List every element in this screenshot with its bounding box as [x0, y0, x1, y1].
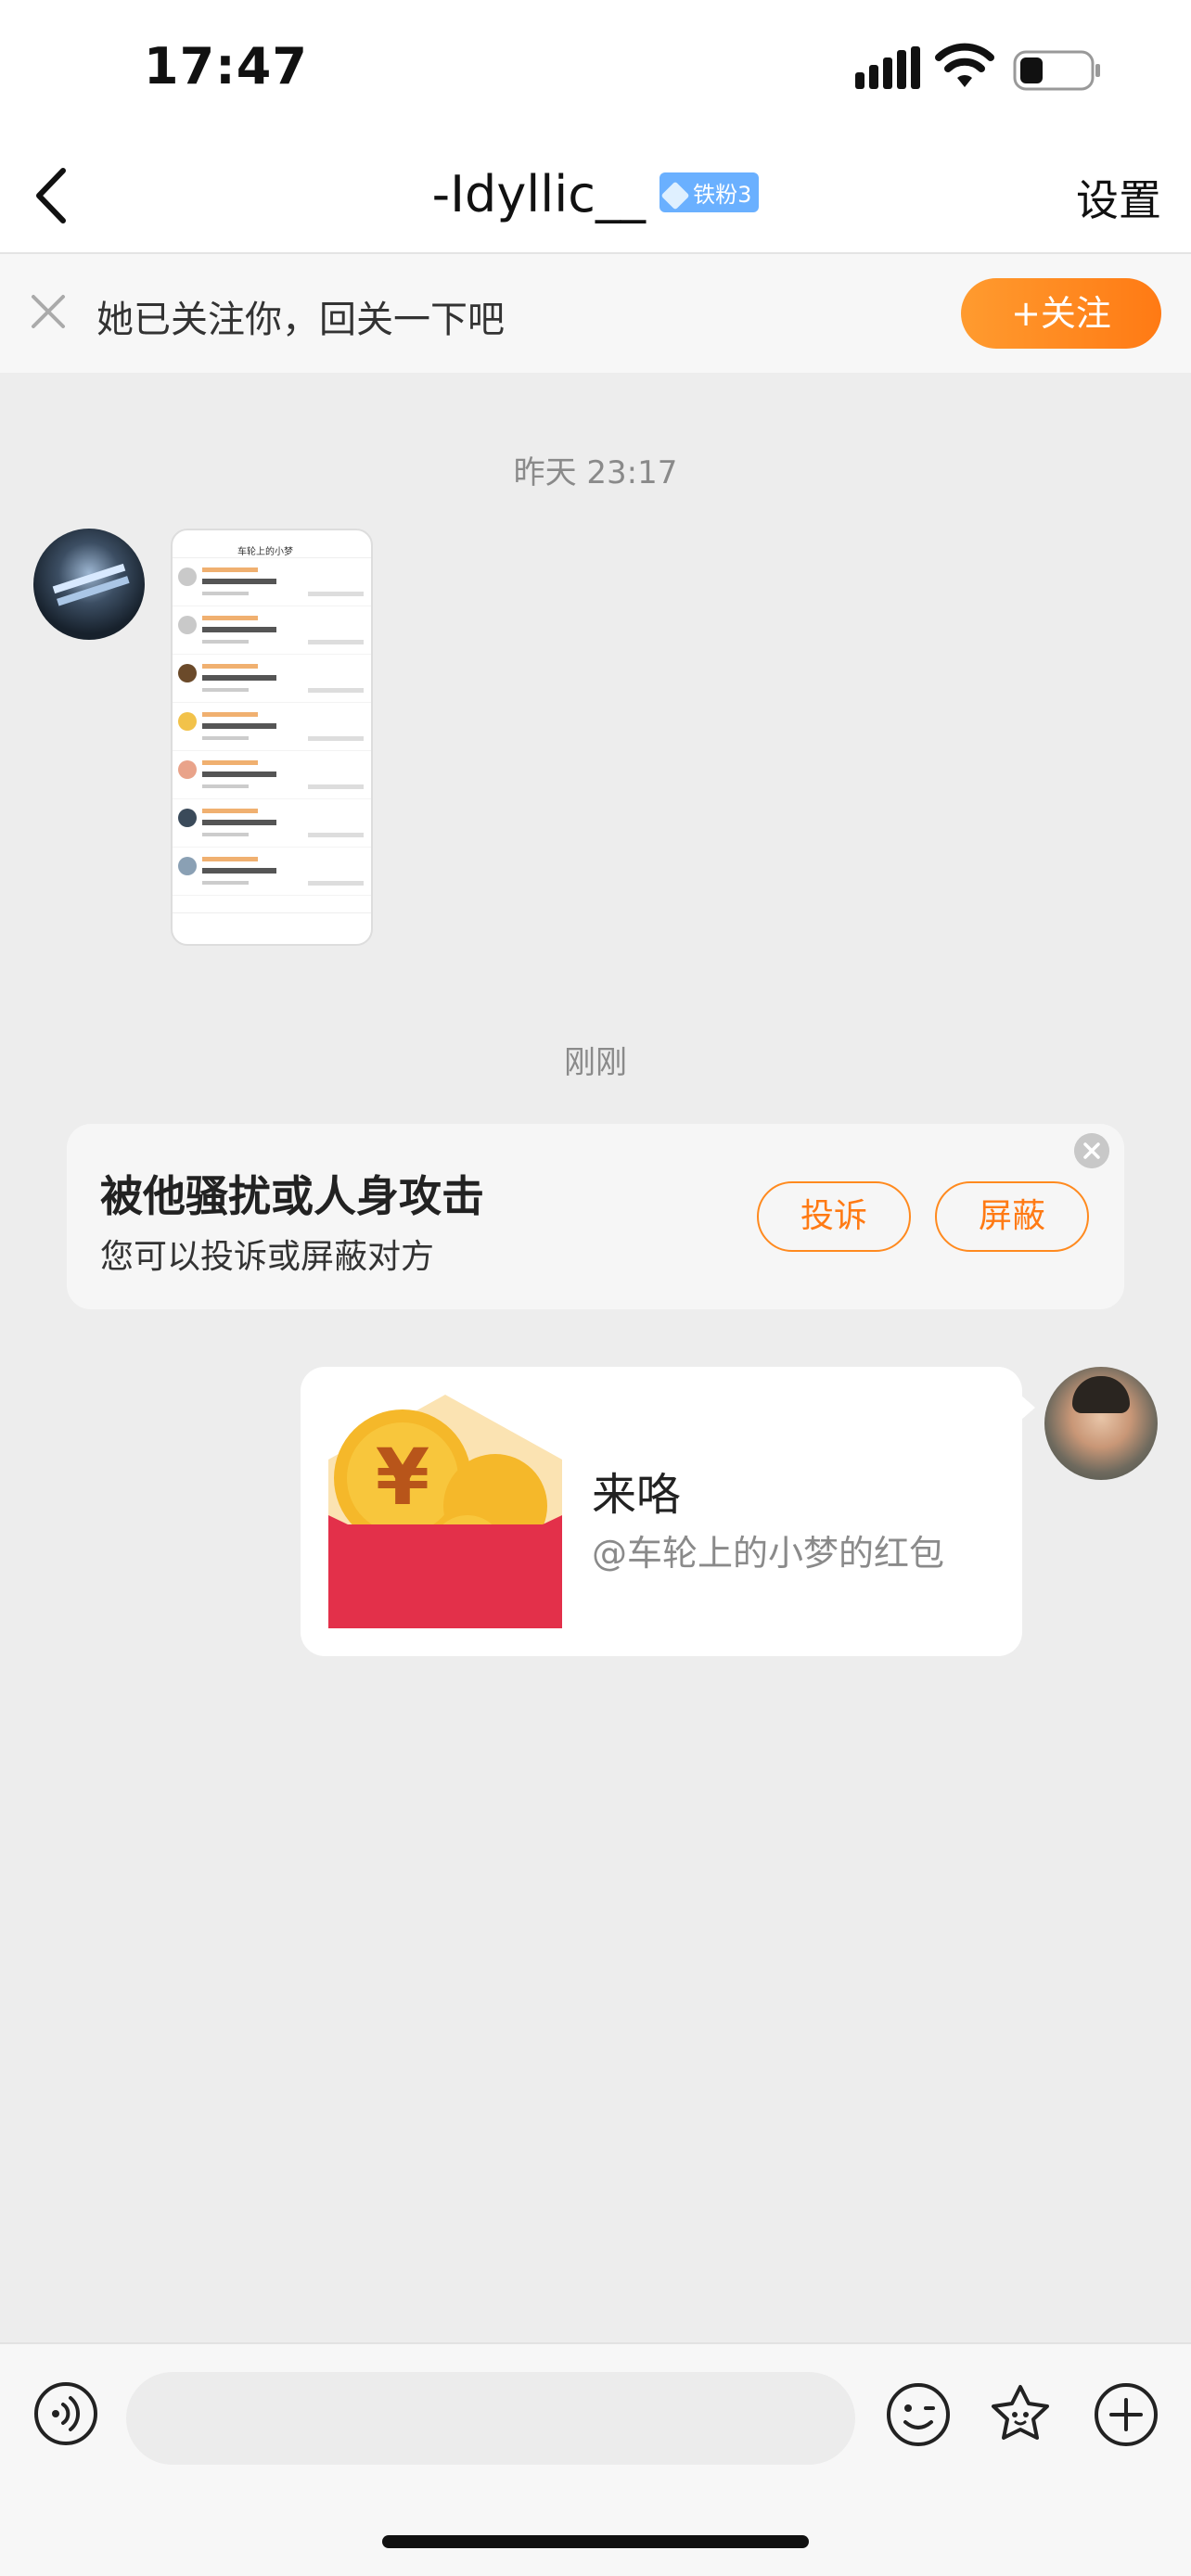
message-timestamp: 昨天 23:17	[513, 454, 678, 491]
voice-input-icon[interactable]	[33, 2381, 98, 2446]
cellular-signal-icon	[855, 46, 920, 89]
red-packet-icon: ¥	[328, 1395, 562, 1628]
close-icon[interactable]	[28, 291, 69, 332]
nav-title-wrap: -Idyllic__ 铁粉3	[0, 165, 1191, 223]
image-preview-row	[173, 558, 371, 606]
red-packet-title: 来咯	[592, 1469, 682, 1521]
image-preview-row	[173, 655, 371, 703]
image-preview-footer	[173, 912, 371, 944]
status-time: 17:47	[144, 37, 308, 96]
wifi-icon	[935, 43, 994, 87]
image-preview-row	[173, 703, 371, 751]
badge-label: 铁粉3	[693, 182, 752, 208]
image-preview-row	[173, 848, 371, 896]
chat-title[interactable]: -Idyllic__	[432, 165, 646, 223]
diamond-icon	[660, 181, 690, 210]
complain-button[interactable]: 投诉	[757, 1181, 911, 1252]
nav-bar: -Idyllic__ 铁粉3 设置	[0, 139, 1191, 254]
follow-button[interactable]: +关注	[961, 278, 1161, 349]
sender-avatar[interactable]	[33, 529, 145, 640]
close-card-icon[interactable]	[1074, 1133, 1109, 1168]
red-packet-subtitle: @车轮上的小梦的红包	[592, 1533, 945, 1574]
follow-prompt-text: 她已关注你，回关一下吧	[96, 299, 505, 341]
sticker-icon[interactable]	[987, 2381, 1054, 2448]
image-preview-row	[173, 799, 371, 848]
battery-icon	[1013, 50, 1100, 91]
settings-button[interactable]: 设置	[1076, 167, 1161, 228]
fan-level-badge: 铁粉3	[660, 172, 760, 212]
red-packet-message[interactable]: ¥ 来咯 @车轮上的小梦的红包	[301, 1367, 1035, 1656]
my-avatar[interactable]	[1044, 1367, 1158, 1480]
emoji-icon[interactable]	[885, 2381, 952, 2448]
message-timestamp: 刚刚	[564, 1044, 627, 1081]
image-message[interactable]: 车轮上的小梦	[171, 529, 373, 946]
plus-icon[interactable]	[1093, 2381, 1159, 2448]
report-card: 被他骚扰或人身攻击 您可以投诉或屏蔽对方 投诉 屏蔽	[67, 1124, 1124, 1309]
image-preview-row	[173, 751, 371, 799]
report-card-title: 被他骚扰或人身攻击	[100, 1171, 484, 1221]
svg-text:¥: ¥	[376, 1432, 429, 1523]
home-indicator[interactable]	[382, 2535, 809, 2548]
block-button[interactable]: 屏蔽	[935, 1181, 1089, 1252]
status-bar: 17:47	[0, 0, 1191, 139]
report-card-subtitle: 您可以投诉或屏蔽对方	[100, 1238, 435, 1276]
image-preview-row	[173, 606, 371, 655]
image-preview-header: 车轮上的小梦	[173, 530, 371, 558]
follow-back-bar: 她已关注你，回关一下吧 +关注	[0, 254, 1191, 373]
message-input[interactable]	[126, 2372, 855, 2465]
